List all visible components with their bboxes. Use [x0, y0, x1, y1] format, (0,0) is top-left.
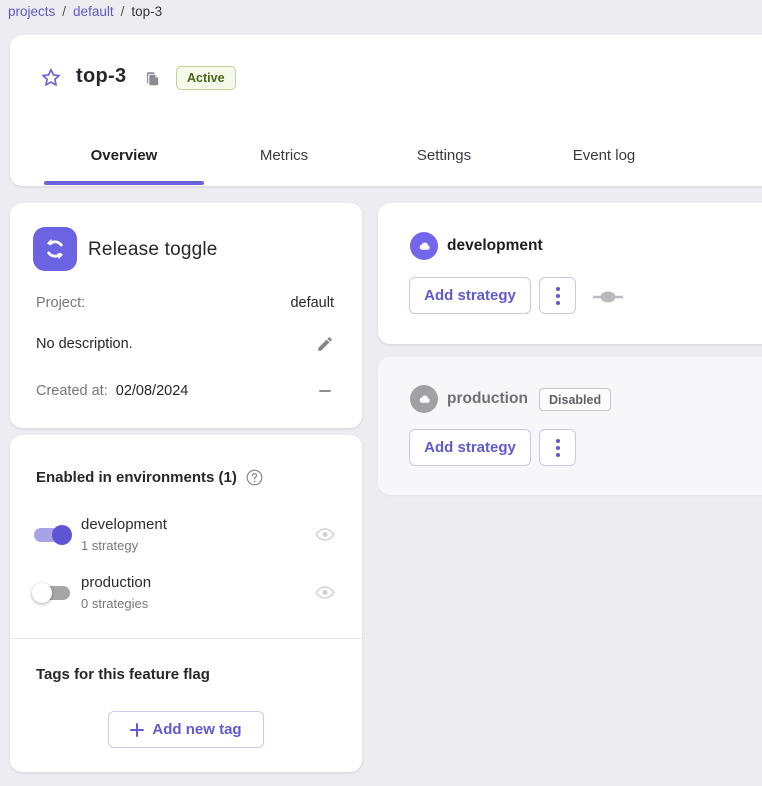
environments-title: Enabled in environments (1)	[36, 468, 264, 487]
flag-type-label: Release toggle	[88, 239, 218, 261]
kebab-dot	[556, 287, 560, 291]
disabled-badge: Disabled	[539, 388, 611, 411]
env-row-development-name: development	[81, 516, 167, 533]
tab-metrics[interactable]: Metrics	[204, 130, 364, 180]
flag-details-card: Release toggle Project: default No descr…	[10, 203, 362, 428]
release-toggle-icon	[33, 227, 77, 271]
created-row: Created at: 02/08/2024	[36, 383, 334, 399]
environments-card: Enabled in environments (1) development …	[10, 435, 362, 772]
project-value: default	[290, 295, 334, 311]
env-row-development-strategies: 1 strategy	[81, 538, 138, 553]
page-title: top-3	[76, 65, 126, 88]
kebab-dot	[556, 301, 560, 305]
tab-settings[interactable]: Settings	[364, 130, 524, 180]
kebab-dot	[556, 446, 560, 450]
tags-title: Tags for this feature flag	[36, 666, 210, 683]
environment-panel-development-name: development	[447, 237, 543, 255]
eye-icon-production[interactable]	[315, 585, 335, 600]
copy-icon[interactable]	[144, 70, 161, 87]
cloud-icon-production	[410, 385, 438, 413]
add-strategy-button-production[interactable]: Add strategy	[409, 429, 531, 466]
kebab-dot	[556, 453, 560, 457]
card-divider	[10, 638, 362, 639]
environment-panel-development: development Add strategy	[378, 203, 762, 344]
kebab-dot	[556, 294, 560, 298]
created-value: 02/08/2024	[116, 383, 189, 399]
breadcrumb: projects / default / top-3	[8, 4, 162, 19]
project-label: Project:	[36, 295, 85, 311]
environment-panel-production-name: production	[447, 390, 528, 408]
help-icon[interactable]	[245, 468, 264, 487]
status-badge: Active	[176, 66, 236, 90]
breadcrumb-projects-link[interactable]: projects	[8, 4, 55, 19]
project-row: Project: default	[36, 295, 334, 311]
description-text: No description.	[36, 336, 133, 352]
toggle-production[interactable]	[32, 583, 72, 603]
cloud-icon-development	[410, 232, 438, 260]
eye-icon-development[interactable]	[315, 527, 335, 542]
env-row-production-strategies: 0 strategies	[81, 596, 148, 611]
description-row: No description.	[36, 335, 334, 353]
add-new-tag-button[interactable]: Add new tag	[108, 711, 264, 748]
plus-icon	[130, 723, 144, 737]
environments-title-text: Enabled in environments (1)	[36, 469, 237, 486]
kebab-menu-development[interactable]	[539, 277, 576, 314]
toggle-thumb	[52, 525, 72, 545]
toggle-thumb	[32, 583, 52, 603]
tab-event-log[interactable]: Event log	[524, 130, 684, 180]
add-strategy-button-development[interactable]: Add strategy	[409, 277, 531, 314]
breadcrumb-separator: /	[121, 4, 125, 19]
add-new-tag-label: Add new tag	[152, 721, 241, 738]
breadcrumb-current: top-3	[131, 4, 162, 19]
breadcrumb-default-link[interactable]: default	[73, 4, 114, 19]
tab-overview[interactable]: Overview	[44, 130, 204, 180]
toggle-development[interactable]	[32, 525, 72, 545]
strategy-drag-indicator-icon	[593, 290, 623, 309]
environment-panel-production: production Disabled Add strategy	[378, 357, 762, 495]
active-tab-indicator	[44, 181, 204, 185]
breadcrumb-separator: /	[62, 4, 66, 19]
env-row-production-name: production	[81, 574, 151, 591]
dash-icon	[319, 390, 331, 392]
created-label: Created at:	[36, 383, 108, 399]
edit-description-icon[interactable]	[316, 335, 334, 353]
kebab-dot	[556, 439, 560, 443]
favorite-star-icon[interactable]	[40, 67, 62, 89]
flag-header-card: top-3 Active Overview Metrics Settings E…	[10, 35, 762, 186]
kebab-menu-production[interactable]	[539, 429, 576, 466]
